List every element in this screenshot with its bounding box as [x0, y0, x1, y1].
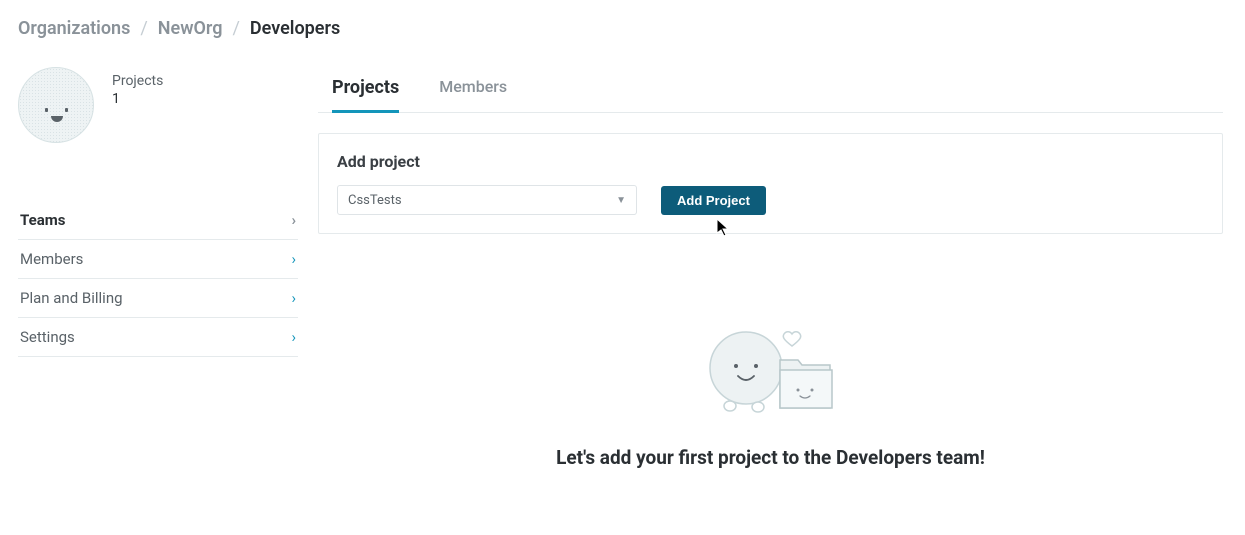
- breadcrumb-organizations[interactable]: Organizations: [18, 18, 130, 39]
- sidebar-item-settings[interactable]: Settings ›: [18, 318, 298, 357]
- main-content: Projects Members Add project CssTests ▼ …: [318, 67, 1245, 469]
- tabs: Projects Members: [318, 67, 1223, 113]
- sidebar-item-plan-billing[interactable]: Plan and Billing ›: [18, 279, 298, 318]
- stats-label: Projects: [112, 73, 163, 89]
- chevron-right-icon: ›: [291, 250, 296, 268]
- sidebar-item-label: Members: [20, 250, 83, 268]
- breadcrumb-org[interactable]: NewOrg: [158, 18, 223, 39]
- panel-title: Add project: [337, 152, 1204, 171]
- breadcrumb-sep: /: [232, 18, 239, 39]
- project-select[interactable]: CssTests ▼: [337, 185, 637, 215]
- chevron-right-icon: ›: [291, 211, 296, 229]
- tab-members[interactable]: Members: [439, 67, 507, 113]
- sidebar-item-label: Settings: [20, 328, 75, 346]
- breadcrumb-current: Developers: [250, 18, 340, 39]
- team-avatar: [18, 67, 94, 143]
- sidebar-item-members[interactable]: Members ›: [18, 240, 298, 279]
- sidebar-item-label: Teams: [20, 211, 65, 229]
- stats-value: 1: [112, 91, 163, 107]
- sidebar-nav: Teams › Members › Plan and Billing › Set…: [18, 201, 298, 357]
- add-project-panel: Add project CssTests ▼ Add Project: [318, 133, 1223, 234]
- breadcrumb-sep: /: [140, 18, 147, 39]
- sidebar-item-teams[interactable]: Teams ›: [18, 201, 298, 240]
- sidebar: Projects 1 Teams › Members › Plan and Bi…: [18, 67, 318, 469]
- empty-title: Let's add your first project to the Deve…: [318, 446, 1223, 469]
- chevron-right-icon: ›: [291, 328, 296, 346]
- tab-projects[interactable]: Projects: [332, 67, 399, 113]
- project-select-value: CssTests: [348, 193, 402, 208]
- empty-illustration: [318, 318, 1223, 418]
- add-project-button[interactable]: Add Project: [661, 186, 766, 215]
- chevron-down-icon: ▼: [616, 195, 626, 206]
- empty-state: Let's add your first project to the Deve…: [318, 318, 1223, 469]
- sidebar-item-label: Plan and Billing: [20, 289, 123, 307]
- breadcrumb: Organizations / NewOrg / Developers: [18, 18, 1245, 39]
- chevron-right-icon: ›: [291, 289, 296, 307]
